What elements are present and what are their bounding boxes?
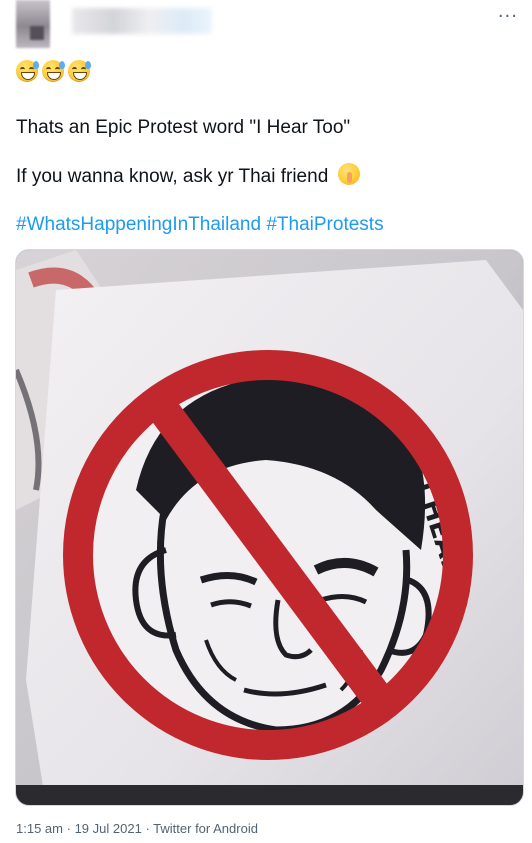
more-options-icon[interactable]: ··· [498,6,518,27]
sweat-smile-emoji-icon [42,60,65,82]
tweet-text-line-2: If you wanna know, ask yr Thai friend [16,163,360,189]
meta-separator: · [145,821,150,836]
hashtag-row: #WhatsHappeningInThailand #ThaiProtests [16,213,384,237]
hashtag-thai-protests[interactable]: #ThaiProtests [266,214,383,235]
tweet-time[interactable]: 1:15 am [16,821,63,836]
author-name-blurred[interactable] [72,8,212,34]
emoji-row [16,60,91,82]
protest-sticker-photo: I HEAR TOO [16,250,523,805]
tweet-header: ··· [0,0,532,52]
tweet-source[interactable]: Twitter for Android [153,821,258,836]
tweet-text-line-1: Thats an Epic Protest word "I Hear Too" [16,117,351,138]
avatar[interactable] [16,0,50,48]
sweat-smile-emoji-icon [68,60,91,82]
tweet-text-line-2-text: If you wanna know, ask yr Thai friend [16,166,329,187]
shushing-face-emoji-icon [337,163,360,185]
hashtag-whats-happening-in-thailand[interactable]: #WhatsHappeningInThailand [16,214,261,235]
meta-separator: · [66,821,71,836]
sweat-smile-emoji-icon [16,60,39,82]
tweet-date[interactable]: 19 Jul 2021 [75,821,142,836]
tweet-media-image[interactable]: I HEAR TOO [15,249,524,806]
tweet-meta: 1:15 am · 19 Jul 2021 · Twitter for Andr… [16,821,258,836]
